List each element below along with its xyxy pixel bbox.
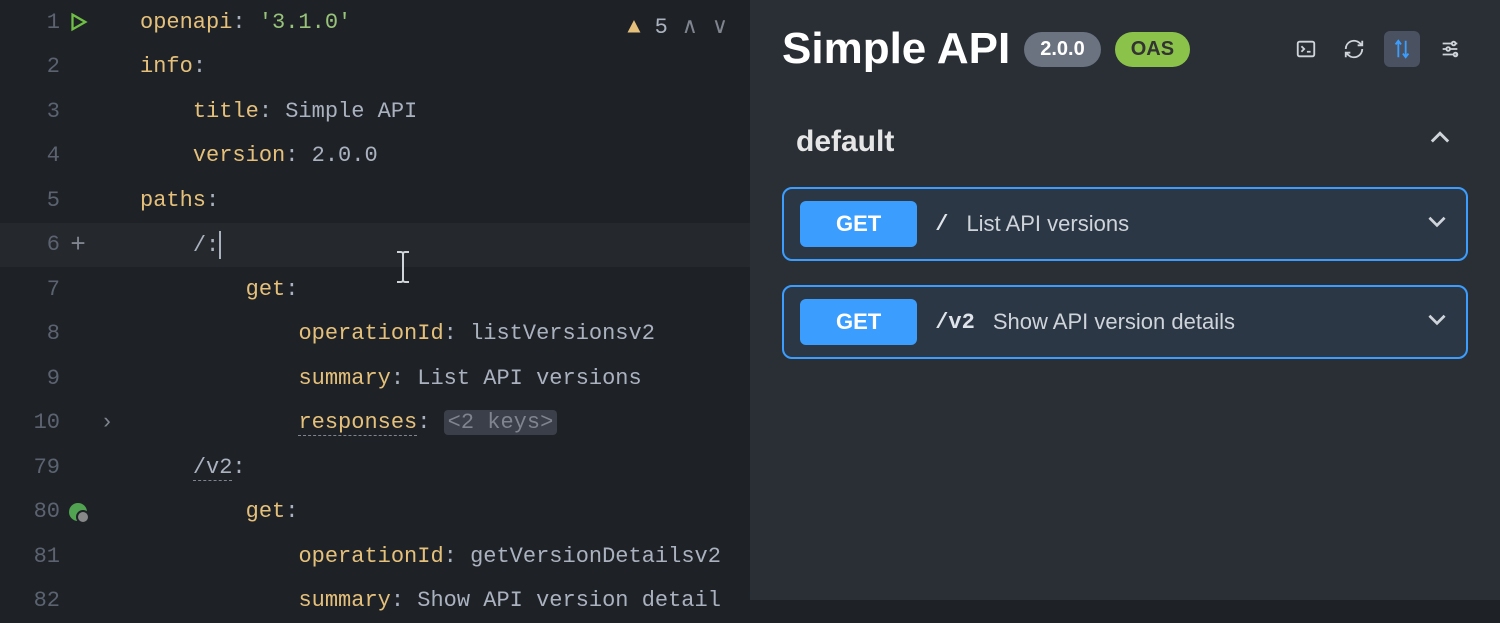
chevron-down-icon[interactable]	[1424, 306, 1450, 339]
operation-path: /v2	[935, 310, 975, 335]
line-number: 2	[0, 54, 60, 79]
http-method-badge: GET	[800, 299, 917, 345]
line-number: 10	[0, 410, 60, 435]
code-text[interactable]: /:	[140, 231, 221, 259]
code-line[interactable]: 2 info:	[0, 45, 750, 90]
gutter-marker-icon[interactable]	[60, 503, 96, 521]
code-text[interactable]: paths:	[140, 188, 219, 213]
refresh-icon[interactable]	[1336, 31, 1372, 67]
tag-name: default	[796, 125, 894, 159]
sync-scroll-icon[interactable]	[1384, 31, 1420, 67]
code-line[interactable]: 81 operationId: getVersionDetailsv2	[0, 534, 750, 579]
code-line[interactable]: 5 paths:	[0, 178, 750, 223]
line-number: 7	[0, 277, 60, 302]
code-line[interactable]: 3 title: Simple API	[0, 89, 750, 134]
code-line[interactable]: 4 version: 2.0.0	[0, 134, 750, 179]
console-icon[interactable]	[1288, 31, 1324, 67]
oas-badge: OAS	[1115, 32, 1190, 67]
fold-icon[interactable]: ›	[96, 410, 118, 435]
line-number: 9	[0, 366, 60, 391]
line-number: 3	[0, 99, 60, 124]
next-problem-icon[interactable]: ∨	[712, 14, 728, 40]
code-line[interactable]: 10 › responses: <2 keys>	[0, 401, 750, 446]
code-line[interactable]: 9 summary: List API versions	[0, 356, 750, 401]
code-text[interactable]: get:	[140, 499, 298, 524]
code-line[interactable]: 82 summary: Show API version detail	[0, 579, 750, 623]
code-text[interactable]: operationId: listVersionsv2	[140, 321, 655, 346]
api-title: Simple API	[782, 24, 1010, 74]
settings-icon[interactable]	[1432, 31, 1468, 67]
run-icon[interactable]	[60, 11, 96, 33]
code-text[interactable]: operationId: getVersionDetailsv2	[140, 544, 721, 569]
line-number: 80	[0, 499, 60, 524]
warning-count: 5	[655, 15, 668, 40]
chevron-down-icon[interactable]	[1424, 208, 1450, 241]
code-line[interactable]: 80 get:	[0, 490, 750, 535]
preview-toolbar	[1288, 31, 1468, 67]
api-preview-pane: Simple API 2.0.0 OAS 3.1	[750, 0, 1500, 600]
code-line[interactable]: 7 get:	[0, 267, 750, 312]
line-number: 79	[0, 455, 60, 480]
api-badges: 2.0.0	[1024, 32, 1100, 67]
text-cursor-icon	[393, 250, 413, 291]
add-icon[interactable]: +	[60, 230, 96, 260]
code-line[interactable]: 6+ /:	[0, 223, 750, 268]
line-number: 6	[0, 232, 60, 257]
code-text[interactable]: title: Simple API	[140, 99, 417, 124]
line-number: 4	[0, 143, 60, 168]
operation-path: /	[935, 212, 948, 237]
line-number: 5	[0, 188, 60, 213]
tag-section-header[interactable]: default	[782, 116, 1468, 177]
line-number: 82	[0, 588, 60, 613]
code-text[interactable]: /v2:	[140, 455, 246, 480]
operation-row[interactable]: GET/v2 Show API version details	[782, 285, 1468, 359]
prev-problem-icon[interactable]: ∧	[682, 14, 698, 40]
code-text[interactable]: summary: Show API version detail	[140, 588, 721, 613]
code-text[interactable]: get:	[140, 277, 298, 302]
code-text[interactable]: openapi: '3.1.0'	[140, 10, 351, 35]
code-line[interactable]: 79 /v2:	[0, 445, 750, 490]
version-badge: 2.0.0	[1024, 32, 1100, 67]
http-method-badge: GET	[800, 201, 917, 247]
line-number: 8	[0, 321, 60, 346]
warning-icon: ▲	[627, 15, 640, 40]
code-text[interactable]: version: 2.0.0	[140, 143, 378, 168]
line-number: 1	[0, 10, 60, 35]
code-text[interactable]: responses: <2 keys>	[140, 410, 557, 435]
line-number: 81	[0, 544, 60, 569]
operation-summary: List API versions	[966, 211, 1129, 237]
code-editor[interactable]: ▲ 5 ∧ ∨ 1 openapi: '3.1.0' 2 info: 3 title: …	[0, 0, 750, 600]
operation-summary: Show API version details	[993, 309, 1235, 335]
chevron-up-icon[interactable]	[1426, 124, 1454, 159]
code-line[interactable]: 8 operationId: listVersionsv2	[0, 312, 750, 357]
editor-status-bar: ▲ 5 ∧ ∨	[627, 14, 728, 40]
operation-row[interactable]: GET / List API versions	[782, 187, 1468, 261]
code-text[interactable]: summary: List API versions	[140, 366, 642, 391]
code-text[interactable]: info:	[140, 54, 206, 79]
